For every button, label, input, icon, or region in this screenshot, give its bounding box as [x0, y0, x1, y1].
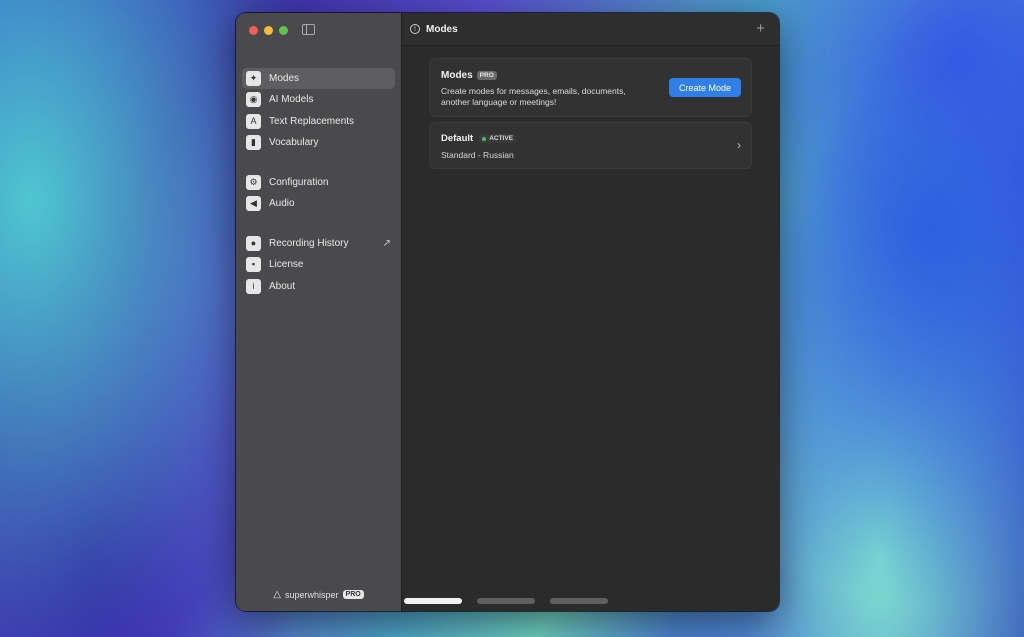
- sidebar-item-label: About: [269, 280, 296, 292]
- superwhisper-logo-icon: △: [273, 589, 281, 600]
- modes-icon: !: [410, 24, 420, 34]
- mode-card-default[interactable]: Default ACTIVE Standard - Russian ›: [429, 122, 752, 169]
- text-replace-icon: A: [246, 113, 261, 129]
- brand-name: superwhisper: [285, 589, 339, 600]
- create-mode-button[interactable]: Create Mode: [669, 78, 741, 97]
- sidebar-item-label: AI Models: [269, 94, 314, 106]
- sidebar-item-text-replacements[interactable]: A Text Replacements: [242, 111, 395, 132]
- gear-icon: ⚙: [246, 174, 261, 190]
- mode-title: Default: [441, 133, 474, 144]
- sidebar-item-label: Configuration: [269, 176, 329, 188]
- chevron-right-icon: ›: [737, 138, 741, 152]
- app-window: ✦ Modes ◉ AI Models A Text Replacements …: [236, 13, 779, 611]
- mode-subtitle: Standard - Russian: [441, 150, 514, 160]
- page-title: Modes: [426, 23, 458, 35]
- sparkle-icon: ✦: [246, 71, 261, 86]
- zoom-button[interactable]: [279, 26, 288, 35]
- page-indicator-2[interactable]: [477, 598, 535, 604]
- nav-group-info: ● Recording History ↗ ▪ License i About: [242, 233, 395, 297]
- sidebar: ✦ Modes ◉ AI Models A Text Replacements …: [236, 13, 402, 611]
- sidebar-nav: ✦ Modes ◉ AI Models A Text Replacements …: [242, 68, 395, 316]
- external-link-icon: ↗: [382, 238, 391, 250]
- intro-title: Modes: [441, 70, 473, 81]
- sidebar-item-recording-history[interactable]: ● Recording History ↗: [242, 233, 395, 254]
- intro-description: Create modes for messages, emails, docum…: [441, 86, 626, 107]
- pro-badge: PRO: [476, 71, 497, 80]
- status-text: ACTIVE: [489, 135, 514, 142]
- license-icon: ▪: [246, 257, 261, 273]
- book-icon: ▮: [246, 134, 261, 150]
- minimize-button[interactable]: [264, 26, 273, 35]
- sidebar-item-label: Modes: [269, 73, 300, 84]
- chat-bubbles-icon: ◉: [246, 92, 261, 108]
- pro-badge: PRO: [342, 590, 364, 599]
- sidebar-item-configuration[interactable]: ⚙ Configuration: [242, 172, 395, 193]
- sidebar-item-label: Audio: [269, 198, 295, 210]
- sidebar-item-label: License: [269, 259, 304, 271]
- title-bar: ! Modes +: [402, 13, 779, 46]
- sidebar-toggle-icon[interactable]: [302, 24, 315, 35]
- add-mode-icon[interactable]: +: [756, 21, 765, 36]
- sidebar-item-label: Vocabulary: [269, 136, 319, 148]
- main-panel: ! Modes + Modes PRO Create modes for mes…: [402, 13, 779, 611]
- brand-footer: △ superwhisper PRO: [236, 589, 401, 600]
- page-indicator-3[interactable]: [550, 598, 608, 604]
- nav-group-settings: ⚙ Configuration ◀ Audio: [242, 172, 395, 214]
- sidebar-item-modes[interactable]: ✦ Modes: [242, 68, 395, 89]
- sidebar-item-about[interactable]: i About: [242, 276, 395, 297]
- active-dot-icon: [482, 136, 487, 141]
- nav-group-main: ✦ Modes ◉ AI Models A Text Replacements …: [242, 68, 395, 153]
- sidebar-item-license[interactable]: ▪ License: [242, 254, 395, 275]
- mode-title-row: Default ACTIVE: [441, 133, 517, 144]
- status-badge: ACTIVE: [479, 134, 517, 143]
- sidebar-item-vocabulary[interactable]: ▮ Vocabulary: [242, 132, 395, 153]
- sidebar-item-audio[interactable]: ◀ Audio: [242, 193, 395, 214]
- clock-icon: ●: [246, 236, 261, 252]
- page-indicator-1[interactable]: [404, 598, 462, 604]
- window-controls: [249, 26, 288, 35]
- intro-title-row: Modes PRO: [441, 70, 497, 81]
- info-icon: i: [246, 278, 261, 294]
- speaker-icon: ◀: [246, 196, 261, 212]
- sidebar-item-ai-models[interactable]: ◉ AI Models: [242, 89, 395, 110]
- sidebar-item-label: Text Replacements: [269, 115, 355, 127]
- modes-intro-card: Modes PRO Create modes for messages, ema…: [429, 58, 752, 117]
- close-button[interactable]: [249, 26, 258, 35]
- sidebar-item-label: Recording History: [269, 238, 349, 250]
- page-indicators: [404, 598, 608, 604]
